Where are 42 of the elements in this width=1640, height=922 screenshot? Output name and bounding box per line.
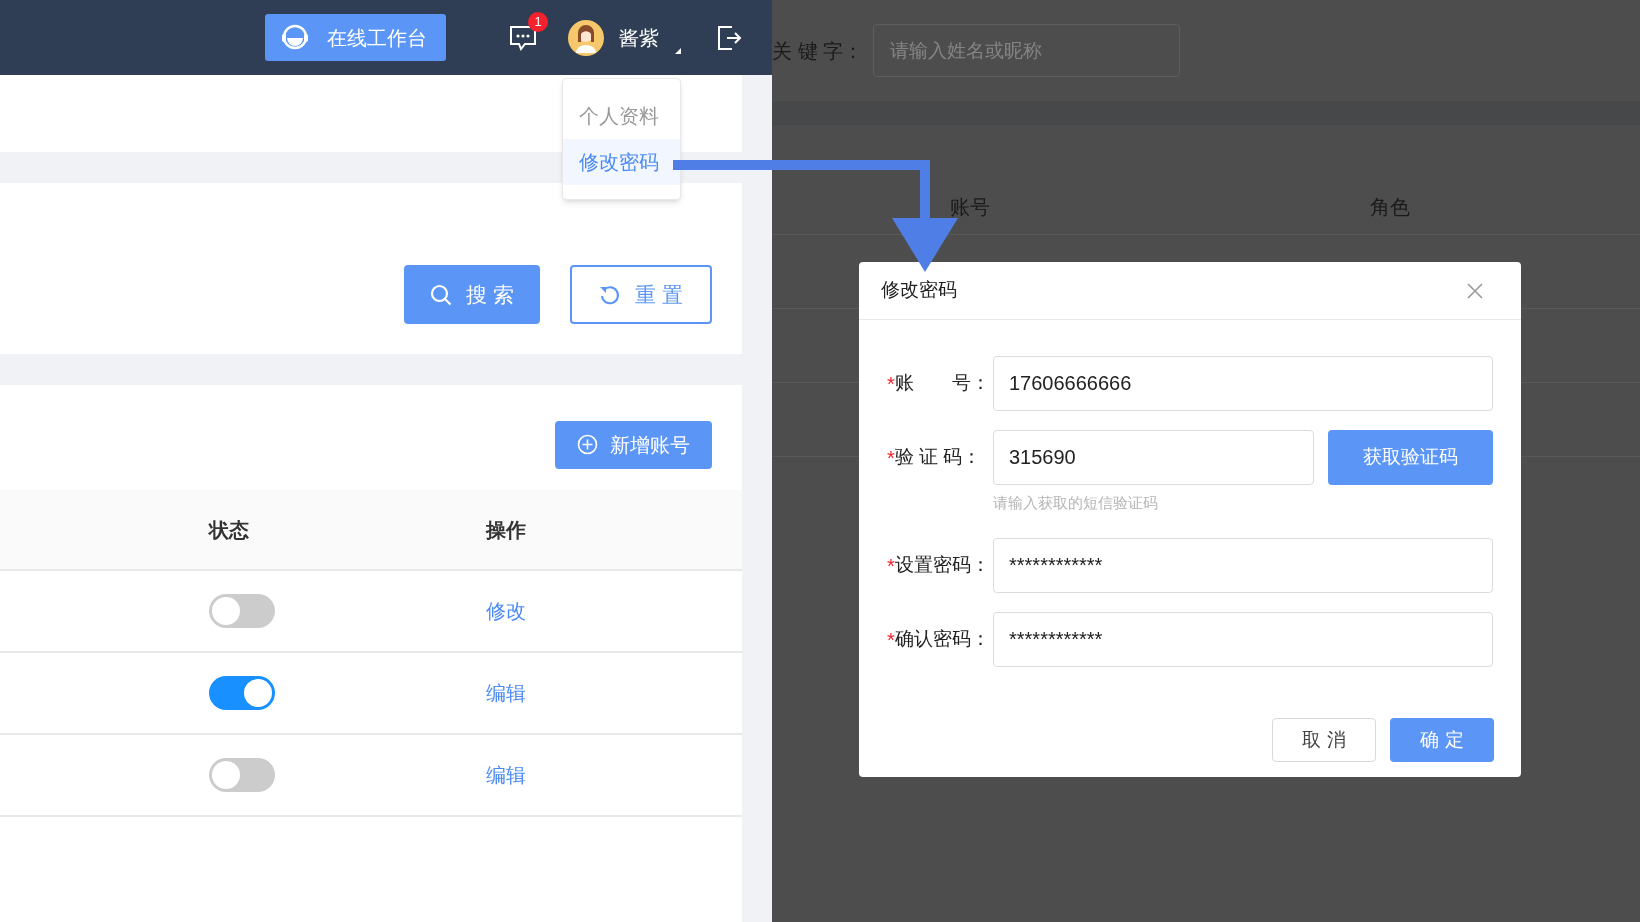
avatar-icon[interactable] <box>568 19 604 56</box>
cancel-button[interactable]: 取 消 <box>1272 718 1376 762</box>
required-mark: * <box>887 445 895 471</box>
column-header: 状态 <box>209 518 249 541</box>
field-label: 设置密码： <box>894 553 990 578</box>
caret-icon[interactable] <box>675 47 681 54</box>
menu-item[interactable]: 个人资料 <box>563 93 680 139</box>
action-link[interactable]: 编辑 <box>486 764 526 786</box>
toggle-switch[interactable] <box>209 676 275 710</box>
action-link[interactable]: 编辑 <box>486 682 526 704</box>
plus-circle-icon <box>577 434 598 455</box>
input-field[interactable]: ************ <box>993 538 1493 593</box>
confirm-button[interactable]: 确 定 <box>1390 718 1494 762</box>
toggle-switch[interactable] <box>209 594 275 628</box>
required-mark: * <box>887 553 895 579</box>
refresh-icon <box>599 283 622 306</box>
toggle-switch[interactable] <box>209 758 275 792</box>
reset-button[interactable]: 重 置 <box>570 265 712 324</box>
logout-icon[interactable] <box>715 23 743 52</box>
input-field[interactable]: ************ <box>993 612 1493 667</box>
column-header: 操作 <box>486 518 526 541</box>
keyword-field[interactable]: 请输入姓名或昵称 <box>873 24 1181 77</box>
headset-icon <box>281 23 309 52</box>
dialog-title: 修改密码 <box>881 278 957 303</box>
input-field[interactable]: 315690 <box>993 430 1314 485</box>
get-code-button[interactable]: 获取验证码 <box>1328 430 1493 485</box>
message-count-badge: 1 <box>528 11 548 32</box>
search-button[interactable]: 搜 索 <box>404 265 540 324</box>
close-icon[interactable] <box>1467 282 1483 299</box>
add-account-button[interactable]: 新增账号 <box>555 420 712 469</box>
menu-item[interactable]: 修改密码 <box>563 139 680 185</box>
field-label: 确认密码： <box>894 627 990 652</box>
action-link[interactable]: 修改 <box>486 600 526 622</box>
input-field[interactable]: 17606666666 <box>993 356 1493 411</box>
search-icon <box>430 283 453 306</box>
required-mark: * <box>887 371 895 397</box>
required-mark: * <box>887 627 895 653</box>
field-hint: 请输入获取的短信验证码 <box>993 494 1158 511</box>
field-label: 账 号： <box>894 371 990 396</box>
user-name[interactable]: 酱紫 <box>619 22 659 53</box>
workbench-button[interactable]: 在线工作台 <box>265 14 446 61</box>
field-label: 验 证 码： <box>894 445 982 470</box>
